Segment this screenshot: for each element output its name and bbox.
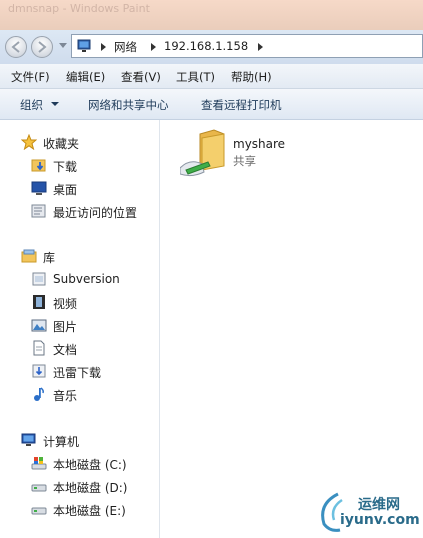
nav-desktop[interactable]: 桌面 [0, 178, 159, 198]
nav-recent-places[interactable]: 最近访问的位置 [0, 201, 159, 221]
nav-downloads[interactable]: 下载 [0, 155, 159, 175]
nav-lib-pictures[interactable]: 图片 [0, 315, 159, 335]
nav-downloads-label: 下载 [53, 160, 78, 174]
forward-button[interactable] [31, 36, 53, 58]
nav-lib-music-label: 音乐 [53, 389, 78, 403]
nav-drive-e[interactable]: 本地磁盘 (E:) [0, 499, 159, 519]
nav-lib-thunder[interactable]: 迅雷下载 [0, 361, 159, 381]
downloads-folder-icon [31, 159, 46, 172]
back-button[interactable] [5, 36, 27, 58]
window-title: dmnsnap - Windows Paint [8, 2, 150, 15]
subversion-library-icon [32, 272, 46, 286]
nav-libraries-label: 库 [43, 251, 56, 265]
breadcrumb-separator-icon [101, 43, 106, 51]
nav-drive-e-label: 本地磁盘 (E:) [53, 504, 126, 518]
nav-drive-c[interactable]: 本地磁盘 (C:) [0, 453, 159, 473]
back-arrow-icon [11, 41, 20, 53]
menu-view[interactable]: 查看(V) [121, 69, 161, 85]
nav-recent-places-label: 最近访问的位置 [53, 206, 138, 220]
breadcrumb-host[interactable]: 192.168.1.158 [164, 39, 248, 53]
system-drive-icon [31, 457, 47, 470]
share-type: 共享 [233, 154, 256, 168]
address-bar[interactable]: 网络 192.168.1.158 [71, 34, 423, 58]
organize-dropdown-icon [51, 102, 59, 106]
nav-lib-thunder-label: 迅雷下载 [53, 366, 102, 380]
nav-lib-music[interactable]: 音乐 [0, 384, 159, 404]
menu-help[interactable]: 帮助(H) [231, 69, 272, 85]
thunder-downloads-icon [32, 364, 46, 378]
library-icon [21, 249, 37, 263]
title-bar: dmnsnap - Windows Paint [0, 0, 423, 30]
share-name: myshare [233, 137, 286, 151]
nav-lib-videos[interactable]: 视频 [0, 292, 159, 312]
desktop-icon [31, 181, 47, 195]
menu-file[interactable]: 文件(F) [11, 69, 50, 85]
local-drive-icon [31, 484, 47, 492]
shared-folder-icon [180, 129, 225, 177]
nav-desktop-label: 桌面 [53, 183, 78, 197]
network-sharing-center-button[interactable]: 网络和共享中心 [88, 97, 169, 113]
recent-places-icon [31, 204, 46, 218]
organize-button[interactable]: 组织 [20, 97, 43, 113]
address-row: 网络 192.168.1.158 [0, 30, 423, 64]
nav-lib-subversion-label: Subversion [53, 272, 120, 286]
nav-libraries[interactable]: 库 [0, 246, 159, 266]
recent-pages-dropdown[interactable] [59, 43, 67, 48]
nav-lib-documents-label: 文档 [53, 343, 78, 357]
breadcrumb-separator-icon [151, 43, 156, 51]
navigation-pane: 收藏夹 下载 桌面 最近访问的位置 库 Subversion 视频 图片 文档 … [0, 120, 160, 538]
command-bar: 组织 网络和共享中心 查看远程打印机 [0, 89, 423, 120]
menu-tools[interactable]: 工具(T) [176, 69, 215, 85]
nav-drive-d-label: 本地磁盘 (D:) [53, 481, 128, 495]
nav-lib-subversion[interactable]: Subversion [0, 269, 159, 289]
nav-favorites-label: 收藏夹 [43, 137, 80, 151]
video-library-icon [33, 295, 45, 309]
content-pane: myshare 共享 [160, 120, 423, 538]
breadcrumb-separator-icon [258, 43, 263, 51]
documents-library-icon [33, 340, 45, 356]
nav-computer-label: 计算机 [43, 435, 80, 449]
star-icon [21, 134, 37, 150]
computer-icon [21, 433, 36, 446]
menu-edit[interactable]: 编辑(E) [66, 69, 105, 85]
watermark-title: 运维网 [358, 497, 400, 513]
share-item[interactable]: myshare 共享 [180, 128, 410, 178]
music-library-icon [34, 387, 44, 401]
watermark-url: iyunv.com [340, 512, 420, 528]
view-remote-printers-button[interactable]: 查看远程打印机 [201, 97, 282, 113]
local-drive-icon [31, 507, 47, 515]
menu-bar: 文件(F) 编辑(E) 查看(V) 工具(T) 帮助(H) [0, 64, 423, 89]
nav-favorites[interactable]: 收藏夹 [0, 132, 159, 152]
pictures-library-icon [31, 319, 47, 332]
nav-drive-d[interactable]: 本地磁盘 (D:) [0, 476, 159, 496]
network-computer-icon [77, 39, 91, 52]
forward-arrow-icon [38, 41, 47, 53]
breadcrumb-network[interactable]: 网络 [114, 39, 137, 55]
nav-computer[interactable]: 计算机 [0, 430, 159, 450]
nav-lib-pictures-label: 图片 [53, 320, 78, 334]
nav-lib-videos-label: 视频 [53, 297, 78, 311]
nav-drive-c-label: 本地磁盘 (C:) [53, 458, 127, 472]
nav-lib-documents[interactable]: 文档 [0, 338, 159, 358]
